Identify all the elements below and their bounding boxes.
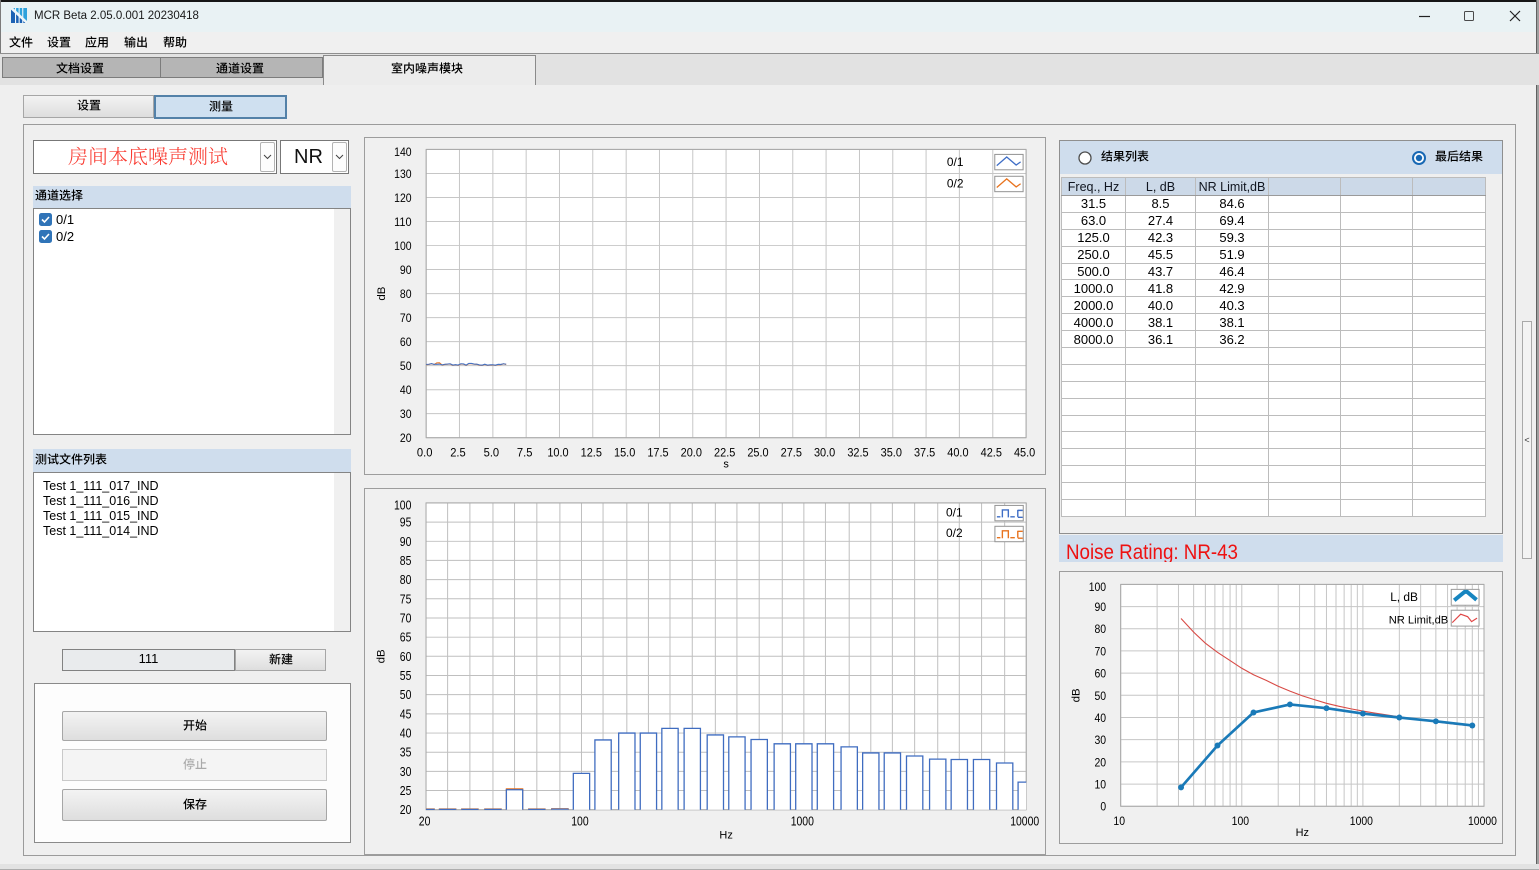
svg-text:L, dB: L, dB	[1390, 590, 1418, 604]
svg-text:40: 40	[400, 383, 412, 397]
svg-text:5.0: 5.0	[484, 446, 500, 460]
svg-text:30.0: 30.0	[814, 446, 835, 460]
svg-text:Hz: Hz	[1296, 827, 1309, 839]
svg-text:10000: 10000	[1468, 814, 1497, 828]
svg-text:40: 40	[400, 727, 412, 741]
svg-text:10000: 10000	[1010, 815, 1039, 829]
svg-text:10: 10	[1113, 814, 1125, 828]
svg-text:0.0: 0.0	[417, 446, 433, 460]
svg-text:0/1: 0/1	[947, 155, 964, 169]
svg-text:30: 30	[400, 765, 412, 779]
svg-text:42.5: 42.5	[981, 446, 1002, 460]
svg-text:80: 80	[1094, 622, 1106, 636]
svg-text:17.5: 17.5	[647, 446, 668, 460]
svg-text:50: 50	[1094, 689, 1106, 703]
svg-text:dB: dB	[1070, 688, 1082, 702]
svg-text:32.5: 32.5	[847, 446, 868, 460]
svg-text:45: 45	[400, 707, 412, 721]
svg-text:65: 65	[400, 631, 412, 645]
svg-text:35: 35	[400, 746, 412, 760]
svg-text:7.5: 7.5	[517, 446, 533, 460]
svg-text:20.0: 20.0	[681, 446, 702, 460]
svg-text:0/2: 0/2	[947, 177, 964, 191]
svg-text:dB: dB	[376, 649, 388, 663]
svg-text:85: 85	[400, 554, 412, 568]
svg-text:45.0: 45.0	[1014, 446, 1035, 460]
svg-text:20: 20	[400, 431, 412, 445]
svg-text:Noise Rating: NR-43: Noise Rating: NR-43	[1066, 540, 1238, 562]
svg-text:40: 40	[1094, 711, 1106, 725]
svg-text:90: 90	[1094, 600, 1106, 614]
svg-text:NR Limit,dB: NR Limit,dB	[1389, 615, 1449, 627]
svg-text:110: 110	[394, 215, 411, 229]
svg-text:60: 60	[400, 335, 412, 349]
svg-text:0: 0	[1100, 800, 1106, 814]
svg-text:50: 50	[400, 688, 412, 702]
svg-text:25: 25	[400, 784, 412, 798]
svg-text:1000: 1000	[1350, 814, 1373, 828]
svg-text:55: 55	[400, 669, 412, 683]
svg-text:75: 75	[400, 592, 412, 606]
svg-text:10.0: 10.0	[547, 446, 568, 460]
svg-text:25.0: 25.0	[747, 446, 768, 460]
svg-text:1000: 1000	[791, 815, 814, 829]
svg-text:130: 130	[394, 167, 411, 181]
svg-text:s: s	[723, 459, 729, 471]
svg-text:0/2: 0/2	[946, 526, 963, 540]
svg-text:60: 60	[400, 650, 412, 664]
svg-text:80: 80	[400, 573, 412, 587]
svg-text:35.0: 35.0	[881, 446, 902, 460]
svg-text:140: 140	[394, 145, 411, 159]
svg-text:12.5: 12.5	[581, 446, 602, 460]
svg-text:70: 70	[400, 311, 412, 325]
svg-text:95: 95	[400, 516, 412, 530]
svg-text:40.0: 40.0	[947, 446, 968, 460]
svg-text:dB: dB	[376, 286, 388, 300]
svg-text:30: 30	[400, 407, 412, 421]
svg-text:20: 20	[1094, 755, 1106, 769]
svg-text:50: 50	[400, 359, 412, 373]
svg-text:100: 100	[1089, 580, 1106, 594]
svg-text:70: 70	[400, 611, 412, 625]
svg-text:120: 120	[394, 191, 411, 205]
svg-text:Hz: Hz	[719, 830, 732, 842]
svg-text:15.0: 15.0	[614, 446, 635, 460]
svg-text:100: 100	[394, 498, 411, 512]
svg-text:20: 20	[419, 815, 431, 829]
svg-text:90: 90	[400, 535, 412, 549]
svg-text:60: 60	[1094, 667, 1106, 681]
svg-text:80: 80	[400, 287, 412, 301]
svg-text:100: 100	[571, 815, 588, 829]
svg-text:10: 10	[1094, 778, 1106, 792]
svg-text:100: 100	[394, 239, 411, 253]
svg-text:2.5: 2.5	[450, 446, 466, 460]
svg-text:90: 90	[400, 263, 412, 277]
svg-text:0/1: 0/1	[946, 505, 963, 519]
svg-text:22.5: 22.5	[714, 446, 735, 460]
svg-text:27.5: 27.5	[781, 446, 802, 460]
svg-text:100: 100	[1232, 814, 1249, 828]
svg-text:30: 30	[1094, 733, 1106, 747]
svg-text:70: 70	[1094, 644, 1106, 658]
svg-text:20: 20	[400, 803, 412, 817]
svg-text:37.5: 37.5	[914, 446, 935, 460]
